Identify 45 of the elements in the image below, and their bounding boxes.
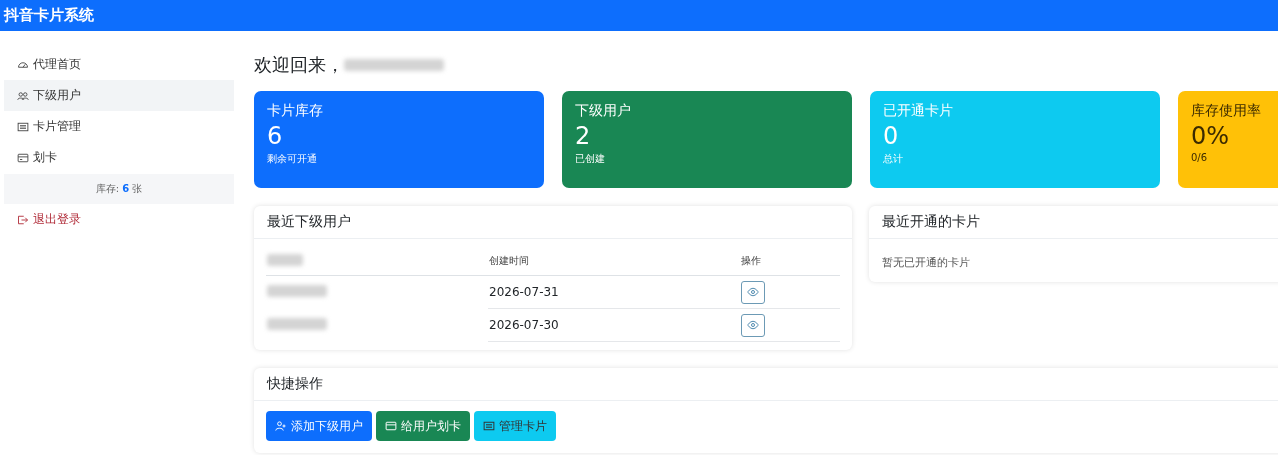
- column-header: 操作: [741, 255, 761, 266]
- action-button[interactable]: 管理卡片: [474, 411, 556, 441]
- stat-value: 0%: [1191, 121, 1231, 152]
- blurred-username: [267, 284, 327, 297]
- sidebar-item[interactable]: 代理首页: [4, 49, 234, 80]
- sidebar-item[interactable]: 划卡: [4, 142, 234, 173]
- view-button[interactable]: [741, 280, 765, 304]
- list-icon: [17, 120, 29, 133]
- users-icon: [17, 89, 29, 102]
- card-icon: [17, 151, 29, 164]
- greeting: 欢迎回来，: [254, 53, 344, 77]
- eye-icon: [747, 286, 759, 298]
- stat-title: 卡片库存: [267, 102, 324, 120]
- logout-icon: [17, 213, 29, 226]
- panel-title: 快捷操作: [267, 375, 323, 393]
- stat-note: 已创建: [575, 152, 606, 166]
- logout-link[interactable]: 退出登录: [4, 204, 234, 235]
- list-icon: [483, 420, 495, 432]
- empty-message: 暂无已开通的卡片: [882, 256, 970, 269]
- panel-title: 最近开通的卡片: [882, 213, 980, 231]
- stat-value: 0: [883, 121, 900, 152]
- view-button[interactable]: [741, 313, 765, 337]
- stat-title: 库存使用率: [1191, 102, 1262, 120]
- stat-value: 6: [267, 121, 284, 152]
- action-button[interactable]: 添加下级用户: [266, 411, 372, 441]
- eye-icon: [747, 319, 759, 331]
- stock-note: 库存: 6 张: [4, 174, 234, 204]
- panel-title: 最近下级用户: [267, 213, 351, 231]
- user-plus-icon: [275, 420, 287, 432]
- sidebar-item[interactable]: 卡片管理: [4, 111, 234, 142]
- blurred-header: [267, 254, 303, 266]
- stat-value: 2: [575, 121, 592, 152]
- date-cell: 2026-07-30: [489, 318, 559, 332]
- card-icon: [385, 420, 397, 432]
- column-header: 创建时间: [489, 255, 529, 266]
- sidebar-item[interactable]: 下级用户: [4, 80, 234, 111]
- stat-note: 0/6: [1191, 152, 1209, 163]
- blurred-username: [267, 317, 327, 330]
- date-cell: 2026-07-31: [489, 285, 559, 299]
- action-button[interactable]: 给用户划卡: [376, 411, 470, 441]
- stat-title: 已开通卡片: [883, 102, 954, 120]
- stat-title: 下级用户: [575, 102, 632, 120]
- app-title: 抖音卡片系统: [4, 6, 94, 25]
- stat-note: 剩余可开通: [267, 152, 318, 166]
- stat-note: 总计: [883, 152, 904, 166]
